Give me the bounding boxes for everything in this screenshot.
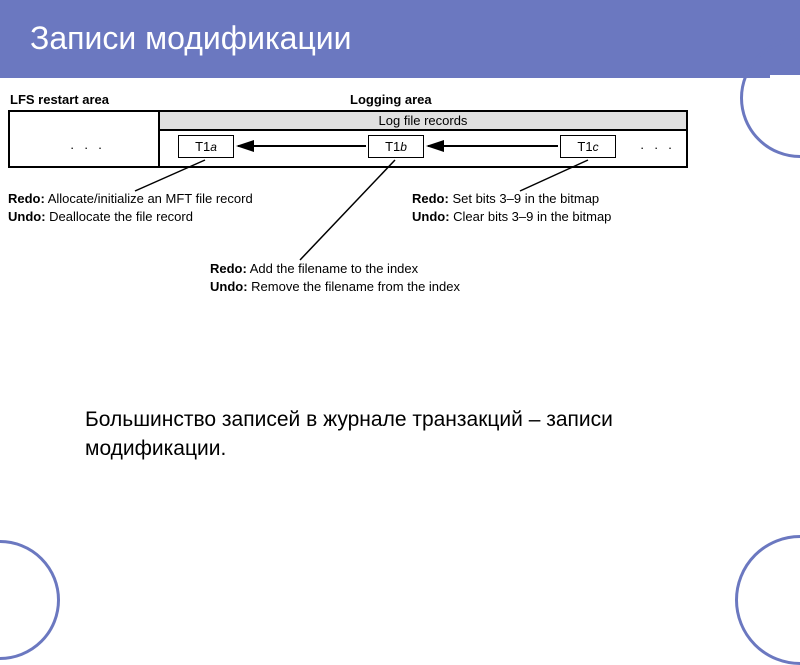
decor-arc-bottom-left [0, 540, 60, 660]
anno-left-undo-text: Deallocate the file record [46, 209, 193, 224]
record-t1b-s: b [400, 140, 407, 154]
anno-mid-redo-label: Redo: [210, 261, 247, 276]
diagram-area: LFS restart area Logging area Log file r… [0, 78, 800, 128]
ellipsis-left: · · · [70, 140, 105, 155]
body-text: Большинство записей в журнале транзакций… [85, 405, 685, 464]
anno-mid-undo-text: Remove the filename from the index [248, 279, 460, 294]
annotation-left: Redo: Allocate/initialize an MFT file re… [8, 190, 328, 225]
record-t1c-s: c [593, 140, 599, 154]
record-t1a: T1a [178, 135, 234, 158]
annotation-right: Redo: Set bits 3–9 in the bitmap Undo: C… [412, 190, 712, 225]
anno-right-redo-label: Redo: [412, 191, 449, 206]
anno-right-undo-text: Clear bits 3–9 in the bitmap [450, 209, 612, 224]
record-t1a-s: a [210, 140, 217, 154]
label-lfs-restart: LFS restart area [10, 92, 109, 107]
record-t1c: T1c [560, 135, 616, 158]
record-t1a-t: T1 [195, 139, 210, 154]
label-logging-area: Logging area [350, 92, 432, 107]
annotation-middle: Redo: Add the filename to the index Undo… [210, 260, 550, 295]
anno-left-undo-label: Undo: [8, 209, 46, 224]
logfile-records-header: Log file records [160, 112, 686, 131]
anno-left-redo-text: Allocate/initialize an MFT file record [45, 191, 253, 206]
page-title: Записи модификации [0, 0, 800, 75]
record-t1b: T1b [368, 135, 424, 158]
anno-mid-redo-text: Add the filename to the index [247, 261, 418, 276]
anno-mid-undo-label: Undo: [210, 279, 248, 294]
record-t1b-t: T1 [385, 139, 400, 154]
anno-left-redo-label: Redo: [8, 191, 45, 206]
anno-right-undo-label: Undo: [412, 209, 450, 224]
ellipsis-right: · · · [640, 140, 675, 155]
record-t1c-t: T1 [577, 139, 592, 154]
anno-right-redo-text: Set bits 3–9 in the bitmap [449, 191, 599, 206]
decor-arc-bottom-right [735, 535, 800, 665]
